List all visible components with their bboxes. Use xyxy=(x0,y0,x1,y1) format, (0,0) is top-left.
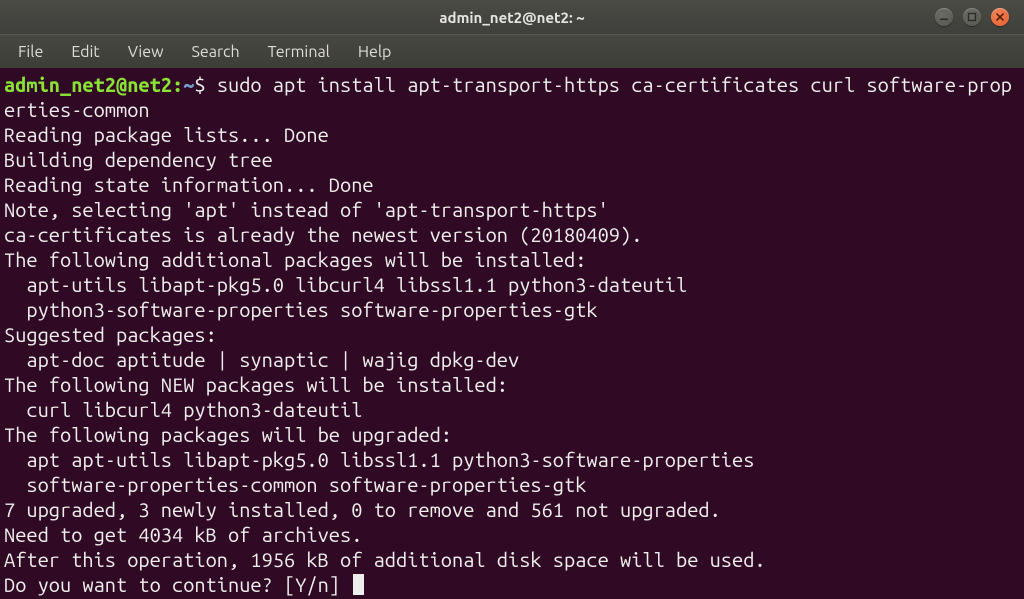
output-line: Reading state information... Done xyxy=(4,173,374,196)
prompt-path: ~ xyxy=(183,73,194,96)
window-minimize-button[interactable] xyxy=(935,8,953,26)
menu-edit[interactable]: Edit xyxy=(61,39,109,65)
output-line: apt-utils libapt-pkg5.0 libcurl4 libssl1… xyxy=(4,273,687,296)
window-close-button[interactable] xyxy=(991,8,1009,26)
output-line: apt apt-utils libapt-pkg5.0 libssl1.1 py… xyxy=(4,448,754,471)
output-line: python3-software-properties software-pro… xyxy=(4,298,598,321)
output-line: After this operation, 1956 kB of additio… xyxy=(4,548,766,571)
output-line: apt-doc aptitude | synaptic | wajig dpkg… xyxy=(4,348,519,371)
menu-search[interactable]: Search xyxy=(182,39,250,65)
menu-view[interactable]: View xyxy=(118,39,174,65)
output-line: Note, selecting 'apt' instead of 'apt-tr… xyxy=(4,198,609,221)
prompt-symbol: $ xyxy=(194,73,205,96)
output-line: Suggested packages: xyxy=(4,323,217,346)
menu-terminal[interactable]: Terminal xyxy=(258,39,340,65)
output-line: Do you want to continue? [Y/n] xyxy=(4,573,351,596)
prompt-user-host: admin_net2@net2 xyxy=(4,73,172,96)
output-line: software-properties-common software-prop… xyxy=(4,473,586,496)
menu-help[interactable]: Help xyxy=(348,39,402,65)
output-line: 7 upgraded, 3 newly installed, 0 to remo… xyxy=(4,498,721,521)
terminal-cursor xyxy=(353,574,364,595)
prompt-separator: : xyxy=(172,73,183,96)
output-line: Reading package lists... Done xyxy=(4,123,329,146)
window-title: admin_net2@net2: ~ xyxy=(439,9,584,26)
terminal-viewport[interactable]: admin_net2@net2:~$ sudo apt install apt-… xyxy=(0,68,1024,599)
window-maximize-button[interactable] xyxy=(963,8,981,26)
output-line: ca-certificates is already the newest ve… xyxy=(4,223,642,246)
menu-file[interactable]: File xyxy=(8,39,53,65)
output-line: The following packages will be upgraded: xyxy=(4,423,452,446)
window-controls xyxy=(935,8,1014,26)
output-line: Building dependency tree xyxy=(4,148,273,171)
output-line: The following additional packages will b… xyxy=(4,248,586,271)
output-line: Need to get 4034 kB of archives. xyxy=(4,523,362,546)
output-line: The following NEW packages will be insta… xyxy=(4,373,508,396)
output-line: curl libcurl4 python3-dateutil xyxy=(4,398,362,421)
window-titlebar: admin_net2@net2: ~ xyxy=(0,0,1024,34)
menubar: File Edit View Search Terminal Help xyxy=(0,34,1024,68)
